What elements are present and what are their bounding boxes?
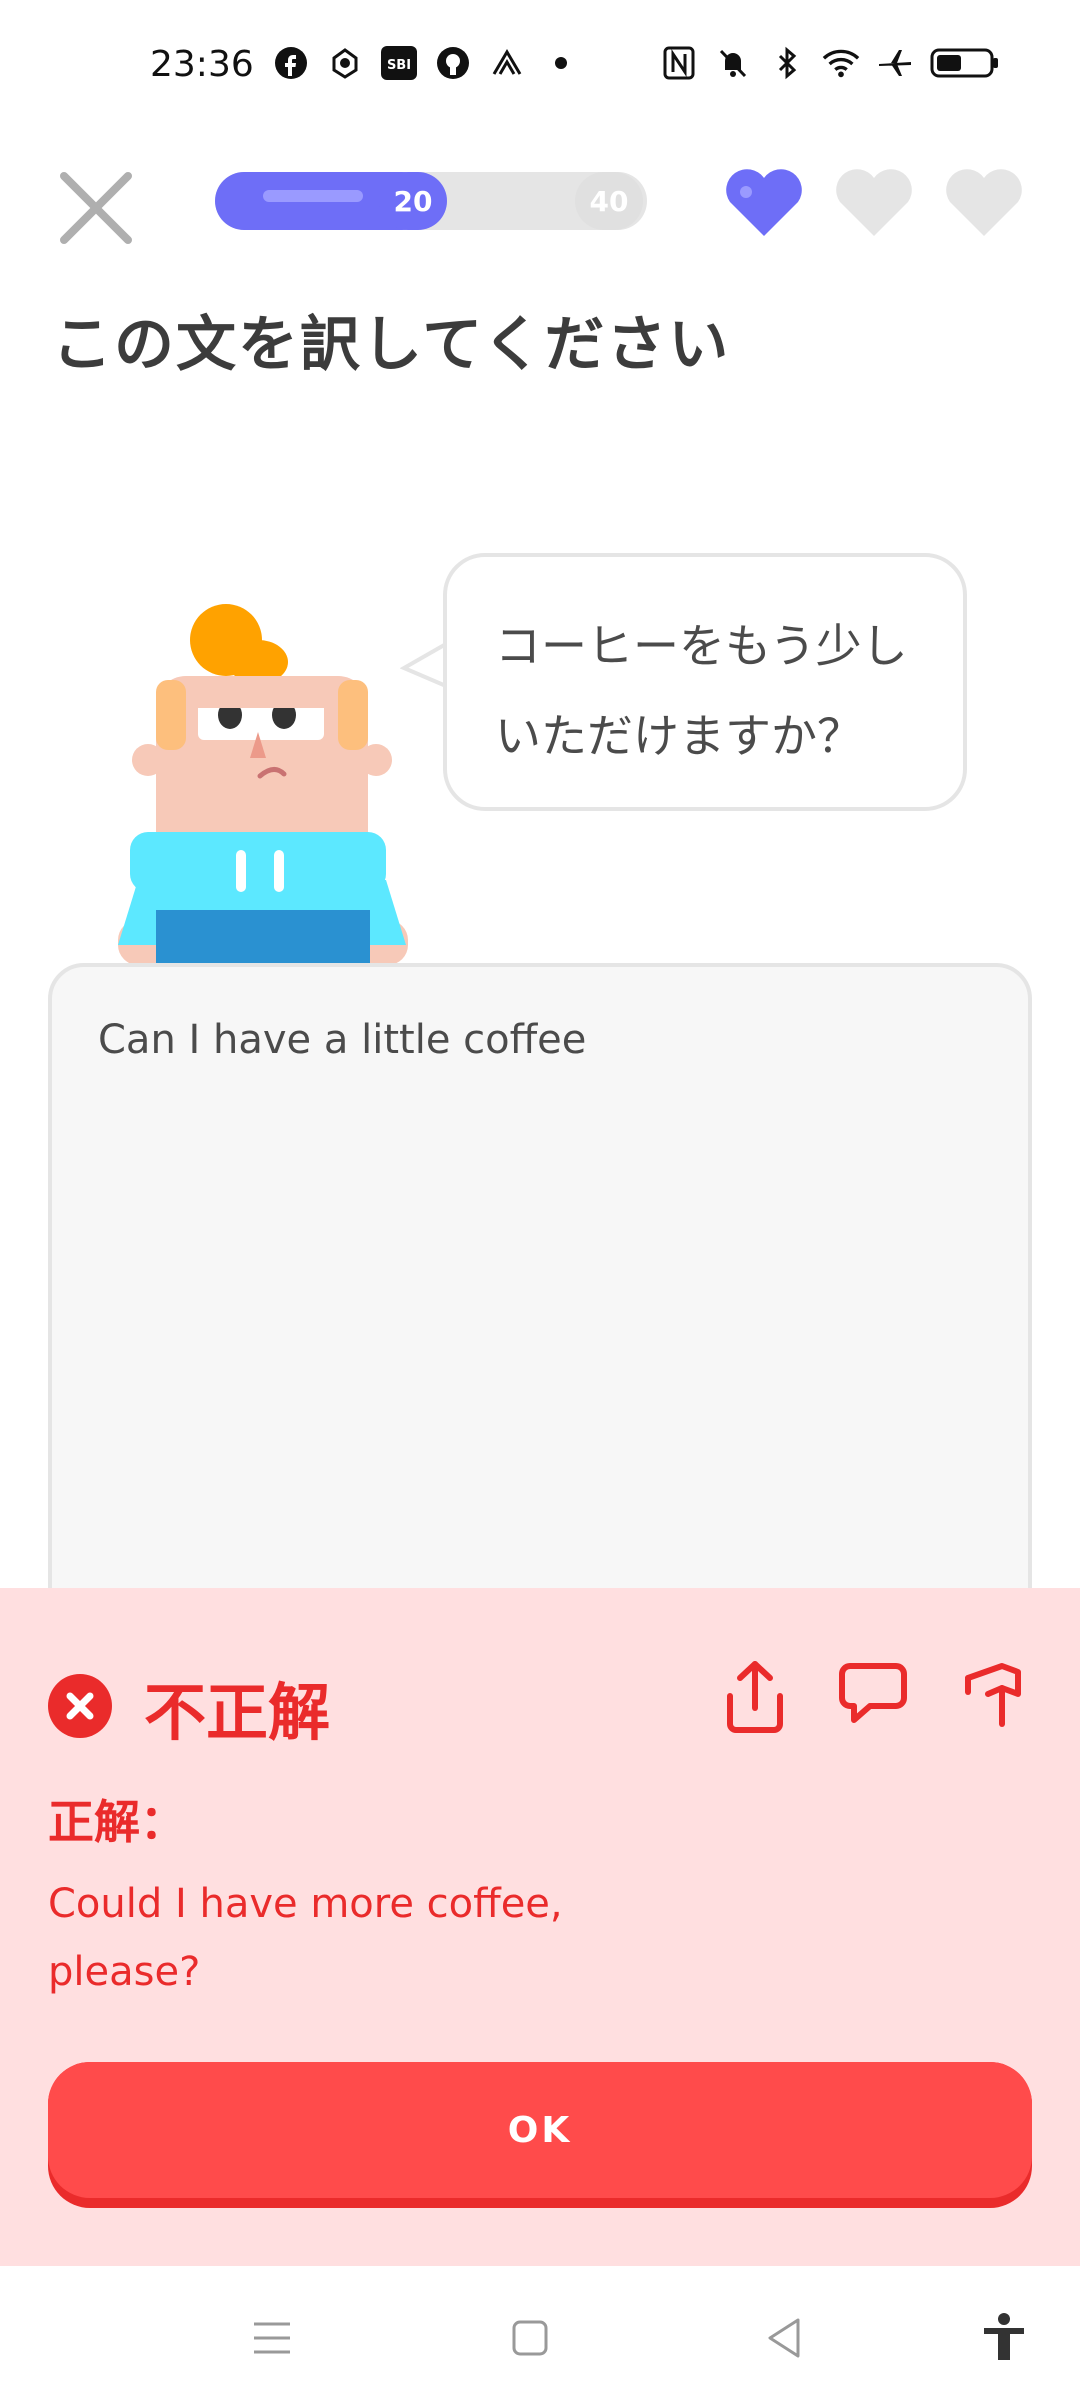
correct-answer-line-1: Could I have more coffee,: [48, 1881, 563, 1927]
page-title: この文を訳してください: [52, 310, 731, 380]
app-icon: [326, 44, 364, 82]
comment-button[interactable]: [838, 1658, 908, 1734]
answer-text: Can I have a little coffee: [98, 1017, 587, 1063]
wifi-icon: [822, 44, 860, 82]
status-bar: 23:36 SBI: [0, 0, 1080, 140]
correct-answer-label: 正解：: [48, 1795, 186, 1849]
heart-icon-empty[interactable]: [832, 168, 916, 240]
mute-icon: [714, 44, 752, 82]
incorrect-icon: [48, 1674, 112, 1738]
answer-textarea[interactable]: Can I have a little coffee: [48, 963, 1032, 1663]
github-icon: [434, 44, 472, 82]
share-icon: [727, 1661, 783, 1733]
ok-button[interactable]: OK: [48, 2062, 1032, 2208]
close-button[interactable]: [56, 168, 136, 248]
status-icons-left: SBI: [272, 44, 580, 82]
prompt-line-2: いただけますか？: [495, 709, 863, 763]
menu-nav-button[interactable]: [244, 2310, 300, 2366]
speech-bubble[interactable]: コーヒーをもう少し いただけますか？: [443, 553, 967, 811]
home-square-icon: [512, 2320, 548, 2356]
share-button[interactable]: [720, 1658, 790, 1734]
close-icon: [60, 172, 132, 244]
accessibility-icon: [984, 2313, 1024, 2360]
lesson-progress-bar: 20 40: [215, 172, 647, 230]
status-time: 23:36: [150, 44, 254, 85]
progress-milestone-20: 20: [379, 172, 447, 230]
heart-icon-full[interactable]: [722, 168, 806, 240]
prompt-sentence[interactable]: コーヒーをもう少し いただけますか？: [495, 601, 935, 781]
flag-icon: [965, 1663, 1021, 1727]
comment-icon: [839, 1663, 907, 1723]
prompt-line-1: コーヒーをもう少し: [495, 619, 908, 673]
feedback-title: 不正解: [144, 1676, 331, 1749]
report-button[interactable]: [958, 1658, 1028, 1734]
progress-milestone-40: 40: [575, 172, 643, 230]
nfc-icon: [660, 44, 698, 82]
bluetooth-icon: [768, 44, 806, 82]
sbi-icon: SBI: [380, 44, 418, 82]
ok-button-label: OK: [48, 2062, 1032, 2198]
airplane-icon: [876, 44, 914, 82]
accessibility-nav-button[interactable]: [976, 2310, 1032, 2366]
character-illustration: [108, 600, 418, 965]
svg-text:SBI: SBI: [387, 58, 411, 73]
feedback-panel: 不正解 正解： Could I have more coffee, please…: [0, 1588, 1080, 2266]
correct-answer: Could I have more coffee, please?: [48, 1870, 608, 2006]
heart-icon-empty[interactable]: [942, 168, 1026, 240]
app-icon-2: [488, 44, 526, 82]
back-triangle-icon: [768, 2318, 800, 2358]
facebook-icon: [272, 44, 310, 82]
system-nav-bar: [0, 2266, 1080, 2400]
battery-icon: [930, 44, 1000, 82]
progress-shine: [263, 190, 363, 202]
home-nav-button[interactable]: [502, 2310, 558, 2366]
correct-answer-line-2: please?: [48, 1949, 201, 1995]
back-nav-button[interactable]: [758, 2310, 814, 2366]
menu-icon: [254, 2322, 290, 2354]
status-icons-right: [660, 44, 1000, 82]
hearts: [722, 168, 1026, 240]
dot-icon: [542, 44, 580, 82]
